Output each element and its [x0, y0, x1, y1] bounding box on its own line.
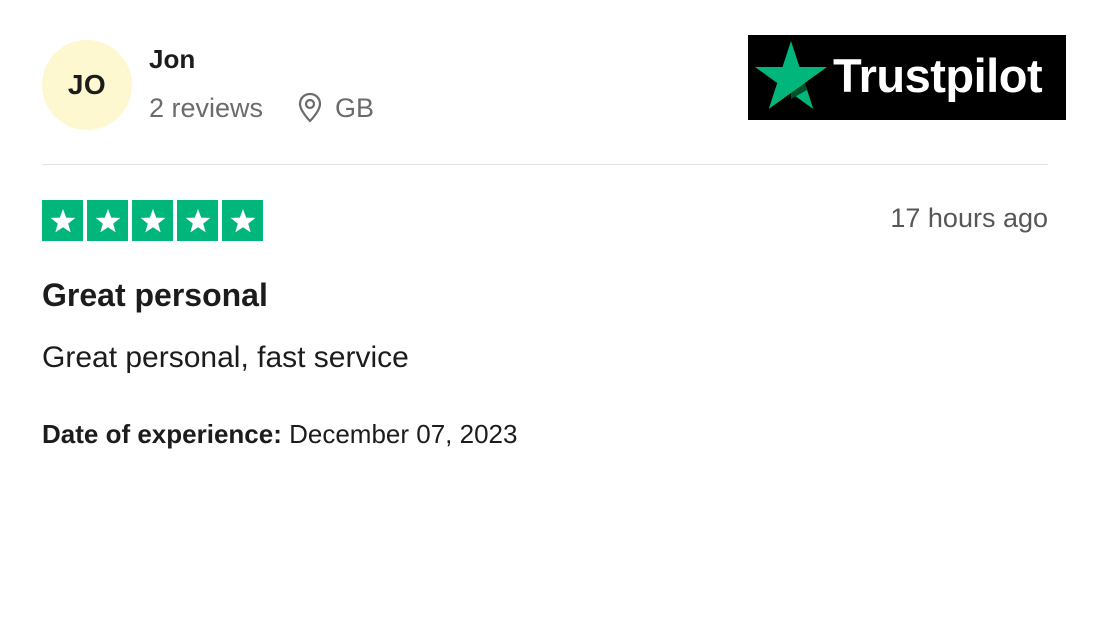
date-of-experience: Date of experience: December 07, 2023 [42, 419, 517, 450]
reviewer-meta: 2 reviews GB [149, 90, 374, 126]
divider [42, 164, 1048, 165]
trustpilot-wordmark: Trustpilot [833, 49, 1043, 102]
reviewer-country: GB [335, 92, 375, 123]
experience-label: Date of experience: [42, 419, 282, 449]
star-icon [177, 200, 218, 241]
star-icon [222, 200, 263, 241]
review-title[interactable]: Great personal [42, 277, 268, 314]
star-icon [87, 200, 128, 241]
review-body: Great personal, fast service [42, 341, 409, 374]
location-pin-icon [297, 92, 323, 124]
reviewer-name[interactable]: Jon [149, 44, 195, 75]
star-icon [132, 200, 173, 241]
reviews-count: 2 reviews [149, 92, 264, 123]
avatar-initials: JO [67, 69, 107, 100]
star-rating [42, 200, 263, 241]
star-icon [42, 200, 83, 241]
trustpilot-logo: Trustpilot [748, 35, 1066, 120]
review-timestamp: 17 hours ago [890, 203, 1048, 233]
experience-date: December 07, 2023 [289, 419, 518, 449]
avatar[interactable]: JO [42, 40, 132, 130]
